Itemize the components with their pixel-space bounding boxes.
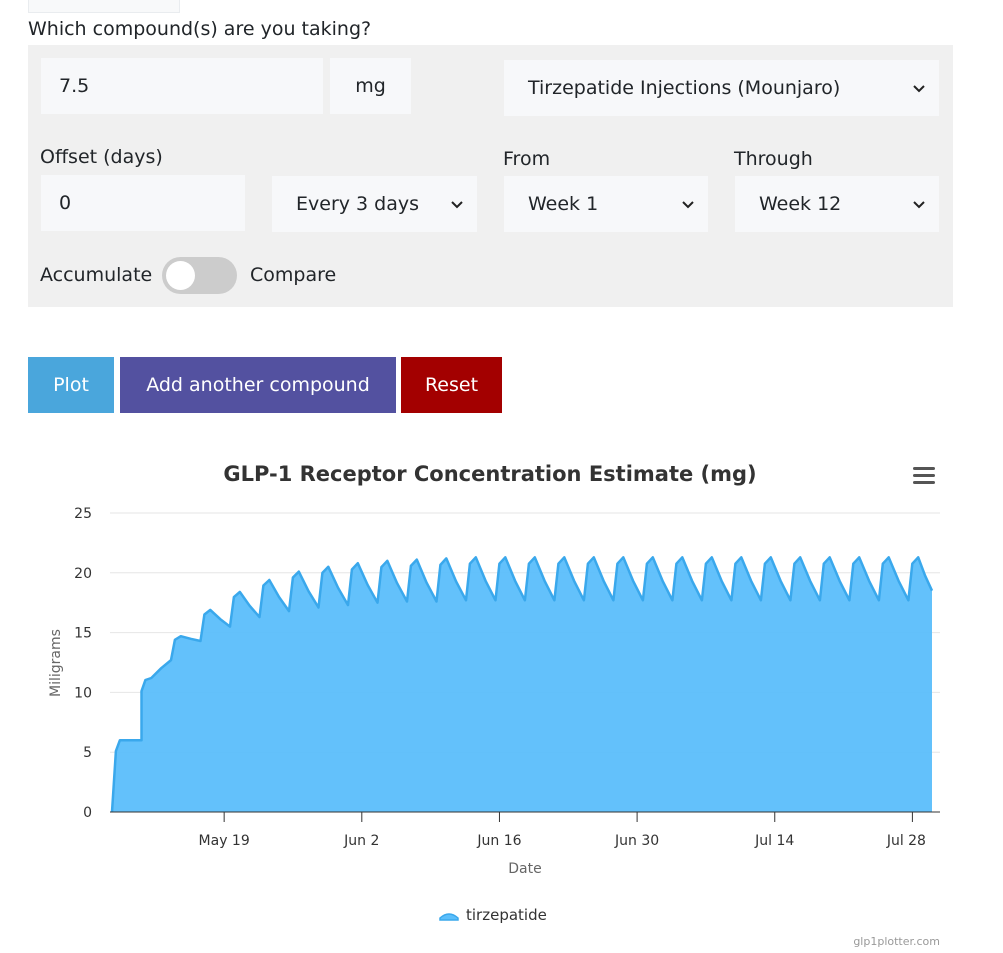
frequency-select-value: Every 3 days: [296, 193, 420, 215]
dose-unit: mg: [330, 58, 411, 114]
hamburger-menu-icon[interactable]: [913, 467, 935, 484]
offset-input[interactable]: 0: [41, 175, 245, 231]
y-tick-label: 15: [74, 626, 92, 642]
legend-label: tirzepatide: [466, 906, 547, 924]
add-compound-button[interactable]: Add another compound: [120, 357, 396, 413]
x-tick-label: May 19: [199, 833, 250, 849]
y-axis-label: Miligrams: [48, 629, 64, 697]
frequency-select[interactable]: Every 3 days: [272, 176, 477, 232]
accumulate-label: Accumulate: [40, 264, 153, 286]
chart-credits[interactable]: glp1plotter.com: [853, 935, 940, 948]
chart-title: GLP-1 Receptor Concentration Estimate (m…: [223, 462, 756, 486]
x-axis-label: Date: [508, 861, 541, 877]
chevron-down-icon: [913, 85, 925, 93]
through-select[interactable]: Week 12: [735, 176, 939, 232]
from-label: From: [503, 148, 551, 170]
compound-question: Which compound(s) are you taking?: [28, 18, 372, 40]
legend-area-icon: [439, 913, 459, 921]
x-tick-label: Jun 30: [614, 833, 659, 849]
compound-select[interactable]: Tirzepatide Injections (Mounjaro): [504, 60, 939, 116]
x-tick-label: Jun 16: [476, 833, 521, 849]
chevron-down-icon: [451, 201, 463, 209]
plot-button[interactable]: Plot: [28, 357, 114, 413]
y-tick-label: 25: [74, 506, 92, 522]
legend-item-tirzepatide[interactable]: tirzepatide: [439, 906, 547, 924]
chevron-down-icon: [682, 201, 694, 209]
chevron-down-icon: [913, 201, 925, 209]
from-select[interactable]: Week 1: [504, 176, 708, 232]
x-tick-label: Jun 2: [343, 833, 379, 849]
through-label: Through: [734, 148, 813, 170]
y-tick-label: 5: [83, 745, 92, 761]
dose-value: 7.5: [59, 75, 90, 97]
offset-label: Offset (days): [40, 146, 163, 168]
y-tick-label: 0: [83, 805, 92, 821]
reset-button[interactable]: Reset: [401, 357, 502, 413]
compare-label: Compare: [250, 264, 337, 286]
dose-input[interactable]: 7.5: [41, 58, 323, 114]
concentration-chart: GLP-1 Receptor Concentration Estimate (m…: [48, 462, 940, 948]
compound-select-value: Tirzepatide Injections (Mounjaro): [528, 77, 841, 99]
from-select-value: Week 1: [528, 193, 599, 215]
y-tick-label: 20: [74, 566, 92, 582]
through-select-value: Week 12: [759, 193, 842, 215]
y-tick-label: 10: [74, 685, 92, 701]
offset-value: 0: [59, 192, 72, 214]
previous-field-stub: [28, 0, 180, 13]
x-tick-label: Jul 28: [886, 833, 926, 849]
toggle-knob: [166, 261, 195, 290]
dose-unit-label: mg: [355, 75, 386, 97]
x-tick-label: Jul 14: [754, 833, 794, 849]
accumulate-compare-toggle[interactable]: [162, 257, 237, 294]
